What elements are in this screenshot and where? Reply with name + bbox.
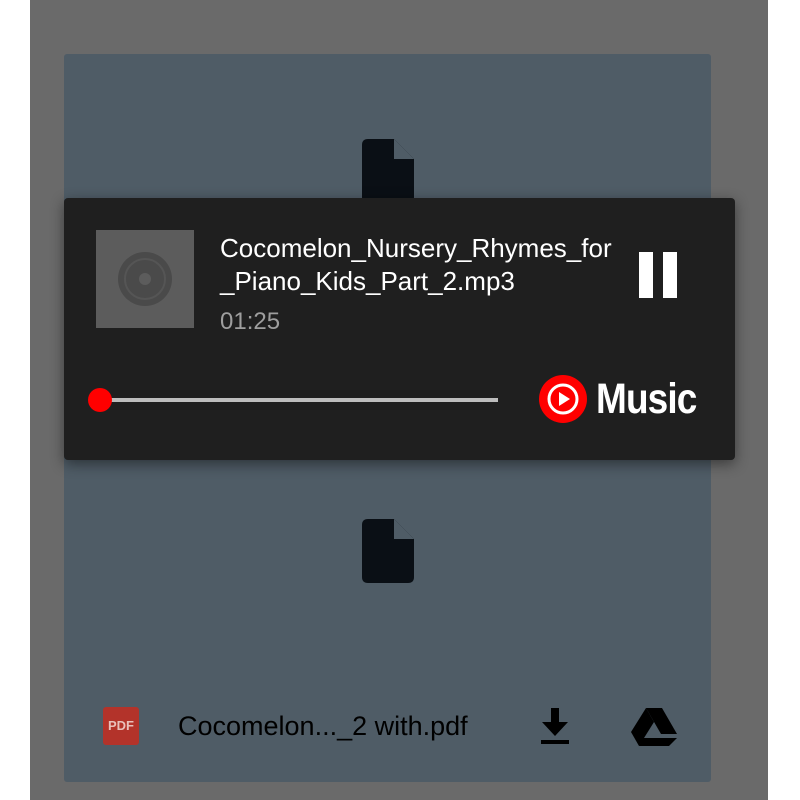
youtube-music-play-icon (539, 375, 587, 423)
save-to-drive-button[interactable] (631, 706, 677, 746)
pdf-badge-icon: PDF (103, 707, 139, 745)
google-drive-icon (631, 708, 677, 746)
download-button[interactable] (538, 706, 572, 746)
attachment-filename: Cocomelon..._2 with.pdf (178, 711, 468, 741)
youtube-music-wordmark: Music (596, 374, 697, 423)
seek-bar[interactable] (88, 388, 498, 412)
download-icon (541, 708, 569, 744)
mini-music-player: Cocomelon_Nursery_Rhymes_for_Piano_Kids_… (64, 198, 735, 460)
vinyl-disc-icon (118, 252, 172, 306)
track-title: Cocomelon_Nursery_Rhymes_for_Piano_Kids_… (220, 233, 612, 296)
pause-button[interactable] (637, 252, 681, 298)
file-icon (362, 519, 414, 583)
pause-icon (639, 252, 653, 298)
album-art (96, 230, 194, 328)
elapsed-time: 01:25 (220, 308, 281, 335)
seek-thumb[interactable] (88, 388, 112, 412)
screen: Cocomelon_Nursery_Rhymes_for_Piano_Kids_… (0, 0, 800, 800)
youtube-music-button[interactable]: Music (538, 372, 713, 426)
pause-icon (663, 252, 677, 298)
file-icon (362, 139, 414, 203)
